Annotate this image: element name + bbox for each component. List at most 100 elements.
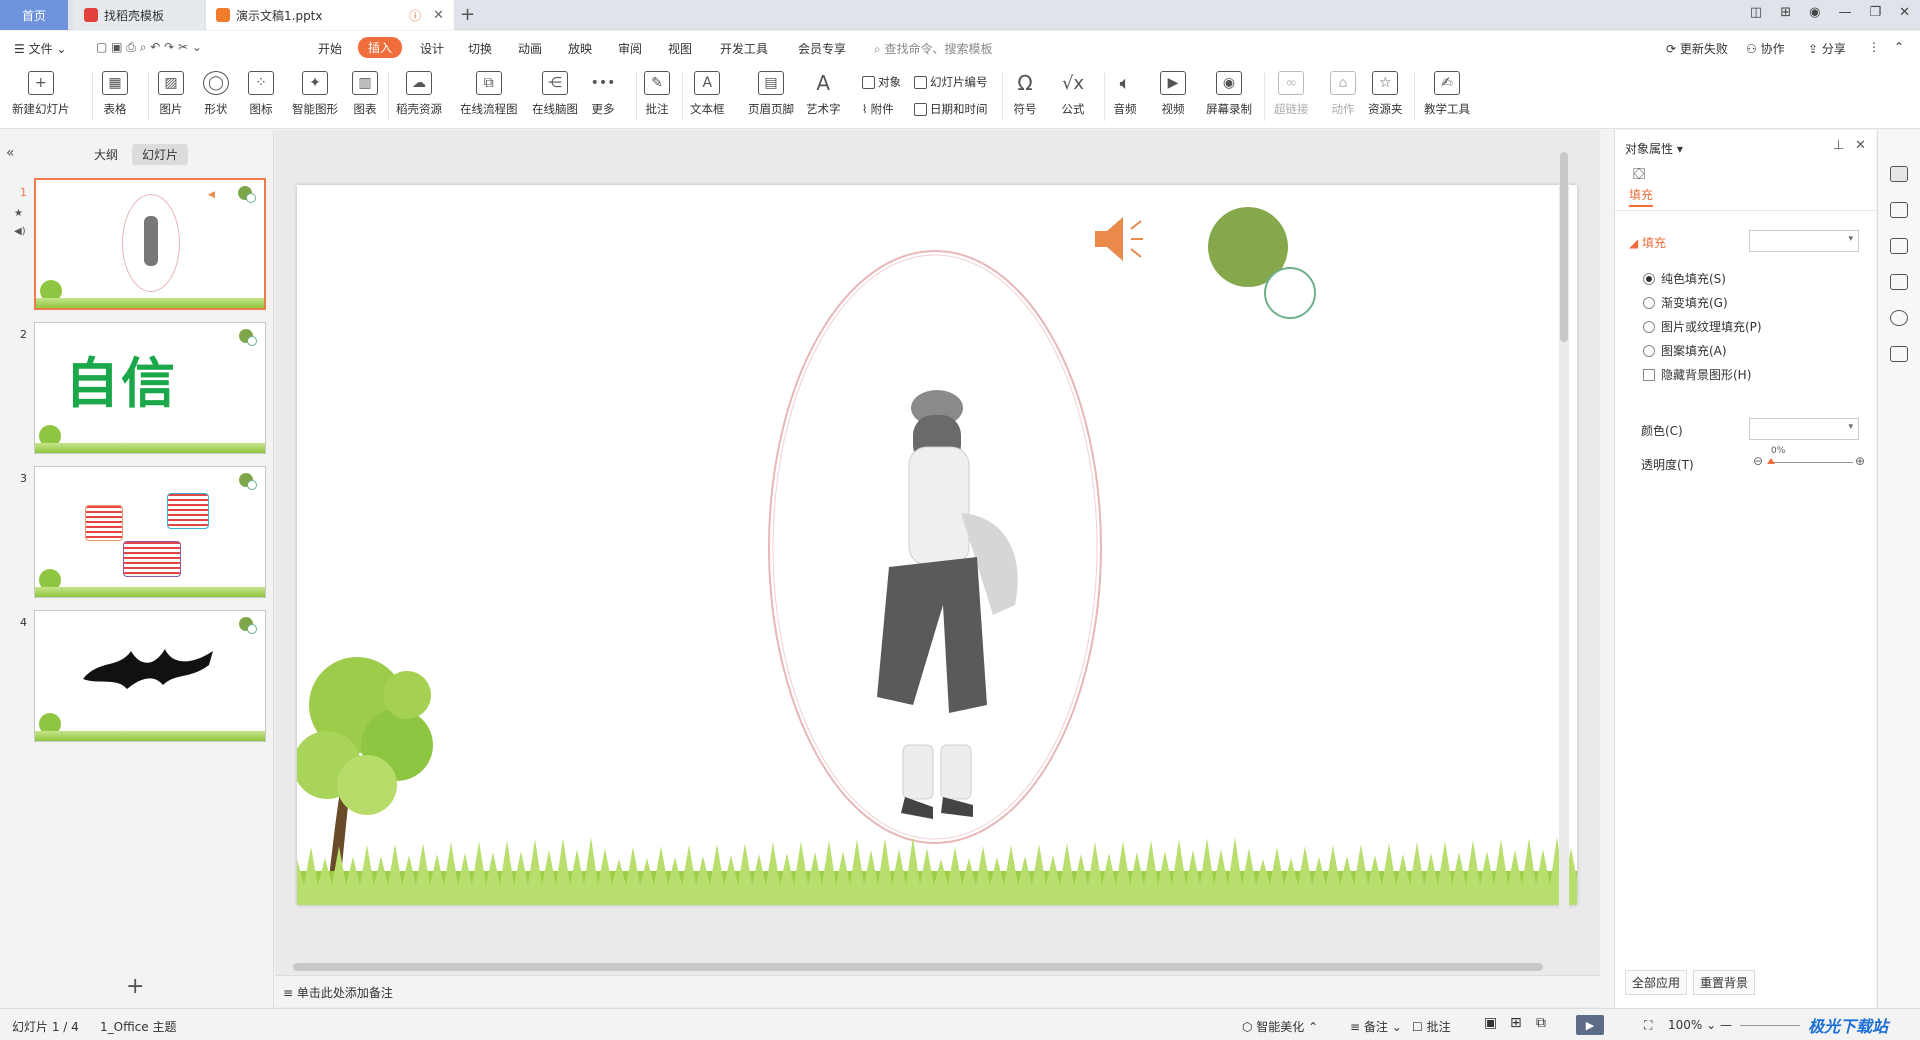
shape-button[interactable]: ◯ 形状: [203, 71, 229, 117]
fill-section-header[interactable]: ◢ 填充: [1629, 234, 1666, 251]
pin-icon[interactable]: ⊥: [1833, 138, 1844, 153]
normal-view-icon[interactable]: ▣: [1484, 1015, 1497, 1031]
current-slide[interactable]: [293, 185, 1578, 905]
radio-pattern-fill[interactable]: 图案填充(A): [1643, 342, 1727, 359]
slide-switch-icon[interactable]: [1890, 238, 1908, 254]
object-button[interactable]: 对象: [862, 74, 901, 90]
hyperlink-button[interactable]: ∞ 超链接: [1274, 71, 1309, 117]
hide-bg-checkbox[interactable]: 隐藏背景图形(H): [1643, 366, 1751, 383]
grid-icon[interactable]: ⊞: [1780, 5, 1791, 20]
collab-button[interactable]: ⚇ 协作: [1746, 40, 1785, 57]
video-button[interactable]: ▶ 视频: [1160, 71, 1186, 117]
resource-folder-button[interactable]: ☆ 资源夹: [1368, 71, 1403, 117]
slider-thumb[interactable]: [1767, 458, 1775, 464]
slide-number-button[interactable]: 幻灯片编号: [914, 74, 988, 90]
datetime-button[interactable]: 日期和时间: [914, 101, 988, 117]
close-panel-icon[interactable]: ✕: [1855, 138, 1866, 153]
sorter-view-icon[interactable]: ⊞: [1510, 1015, 1522, 1031]
warning-icon[interactable]: ⓘ: [409, 7, 421, 24]
menu-transition[interactable]: 切换: [468, 40, 492, 57]
notes-area[interactable]: ≡ 单击此处添加备注: [275, 975, 1600, 1007]
formula-button[interactable]: √x 公式: [1060, 71, 1086, 117]
restore-icon[interactable]: ❐: [1869, 5, 1881, 20]
tab-outline[interactable]: 大纲: [84, 144, 128, 165]
tab-document[interactable]: 演示文稿1.pptx ⓘ ✕: [206, 0, 454, 30]
picture-button[interactable]: ▨ 图片: [158, 71, 184, 117]
table-button[interactable]: ▦ 表格: [102, 71, 128, 117]
tab-home[interactable]: 首页: [0, 0, 68, 30]
minimize-icon[interactable]: —: [1838, 5, 1851, 20]
location-icon[interactable]: [1890, 310, 1908, 326]
horizontal-scroll-thumb[interactable]: [293, 963, 1543, 971]
action-button[interactable]: ⌂ 动作: [1330, 71, 1356, 117]
teaching-tools-button[interactable]: ✍ 教学工具: [1424, 71, 1470, 117]
smart-shape-button[interactable]: ✦ 智能图形: [292, 71, 338, 117]
menu-insert[interactable]: 插入: [358, 37, 403, 58]
theme-name[interactable]: 1_Office 主题: [100, 1018, 176, 1035]
zoom-out-icon[interactable]: —: [1720, 1018, 1732, 1032]
symbol-button[interactable]: Ω 符号: [1012, 71, 1038, 117]
transparency-slider[interactable]: [1769, 462, 1853, 463]
avatar[interactable]: ◉: [1809, 5, 1820, 20]
menu-design[interactable]: 设计: [420, 40, 444, 57]
menu-start[interactable]: 开始: [318, 40, 342, 57]
menu-member[interactable]: 会员专享: [798, 40, 846, 57]
minus-icon[interactable]: ⊖: [1753, 454, 1763, 468]
menu-review[interactable]: 审阅: [618, 40, 642, 57]
picture-tools-icon[interactable]: [1890, 274, 1908, 290]
screen-record-button[interactable]: ◉ 屏幕录制: [1206, 71, 1252, 117]
color-dropdown[interactable]: [1749, 418, 1859, 440]
attachment-button[interactable]: ⌇ 附件: [862, 101, 894, 117]
fill-dropdown[interactable]: [1749, 230, 1859, 252]
tab-slides[interactable]: 幻灯片: [132, 144, 189, 165]
properties-icon[interactable]: [1890, 166, 1908, 182]
new-slide-button[interactable]: + 新建幻灯片: [12, 71, 70, 117]
fit-window-icon[interactable]: ⛶: [1644, 1018, 1652, 1033]
radio-picture-fill[interactable]: 图片或纹理填充(P): [1643, 318, 1762, 335]
new-tab-button[interactable]: +: [460, 4, 475, 25]
slide-thumbnail-1[interactable]: ◀: [34, 178, 266, 310]
zoom-slider[interactable]: [1740, 1025, 1800, 1026]
tab-template[interactable]: 找稻壳模板: [74, 0, 204, 30]
chart-button[interactable]: ▥ 图表: [352, 71, 378, 117]
menu-animation[interactable]: 动画: [518, 40, 542, 57]
add-slide-button[interactable]: +: [126, 974, 144, 999]
plus-icon[interactable]: ⊕: [1855, 454, 1865, 468]
menu-slideshow[interactable]: 放映: [568, 40, 592, 57]
horizontal-scrollbar[interactable]: [287, 962, 1557, 972]
animation-icon[interactable]: [1890, 202, 1908, 218]
comments-button[interactable]: ☐ 批注: [1412, 1018, 1451, 1035]
reading-view-icon[interactable]: ⧉: [1536, 1015, 1546, 1031]
zoom-level[interactable]: 100% ⌄: [1668, 1018, 1716, 1032]
layout-icon[interactable]: ◫: [1750, 5, 1762, 20]
panel-title[interactable]: 对象属性 ▾: [1625, 140, 1683, 157]
icon-button[interactable]: ⁘ 图标: [248, 71, 274, 117]
radio-solid-fill[interactable]: 纯色填充(S): [1643, 270, 1726, 287]
update-status[interactable]: ⟳ 更新失败: [1666, 40, 1728, 57]
vertical-scroll-thumb[interactable]: [1560, 152, 1568, 342]
radio-gradient-fill[interactable]: 渐变填充(G): [1643, 294, 1728, 311]
audio-button[interactable]: 🔈︎ 音频: [1112, 71, 1138, 117]
tab-fill[interactable]: 填充: [1629, 186, 1654, 207]
book-icon[interactable]: [1890, 346, 1908, 362]
slide-thumbnail-3[interactable]: [34, 466, 266, 598]
collapse-ribbon-icon[interactable]: ⌃: [1894, 40, 1904, 54]
vertical-scrollbar[interactable]: [1559, 140, 1569, 960]
wordart-button[interactable]: A 艺术字: [806, 71, 841, 117]
comment-button[interactable]: ✎ 批注: [644, 71, 670, 117]
quick-access-toolbar[interactable]: ▢ ▣ ⎙ ⌕ ↶ ↷ ✂ ⌄: [96, 40, 202, 55]
more-button[interactable]: ••• 更多: [590, 71, 616, 117]
menu-view[interactable]: 视图: [668, 40, 692, 57]
resource-button[interactable]: ☁ 稻壳资源: [396, 71, 442, 117]
search-box[interactable]: ⌕ 查找命令、搜索模板: [874, 40, 993, 57]
slide-thumbnail-4[interactable]: [34, 610, 266, 742]
notes-button[interactable]: ≡ 备注 ⌄: [1350, 1018, 1402, 1035]
close-tab-icon[interactable]: ✕: [433, 8, 444, 23]
slide-thumbnail-2[interactable]: 自信: [34, 322, 266, 454]
share-button[interactable]: ⇪ 分享: [1808, 40, 1846, 57]
menu-developer[interactable]: 开发工具: [720, 40, 768, 57]
mindmap-button[interactable]: ⋲ 在线脑图: [532, 71, 578, 117]
header-footer-button[interactable]: ▤ 页眉页脚: [748, 71, 794, 117]
play-button[interactable]: ▶: [1576, 1015, 1604, 1035]
more-options-icon[interactable]: ⋮: [1868, 40, 1880, 54]
